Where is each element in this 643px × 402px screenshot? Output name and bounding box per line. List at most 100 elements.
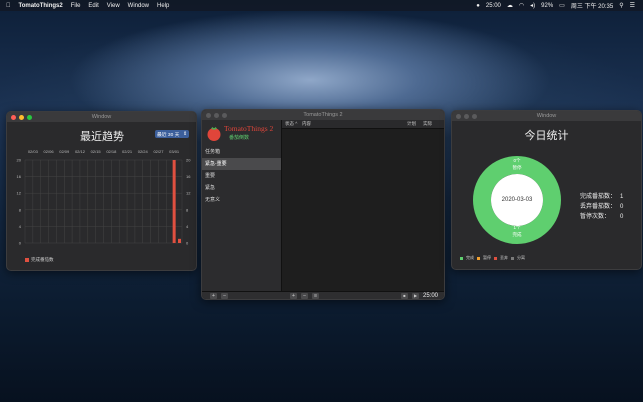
- tomato-logo-icon: [207, 127, 221, 141]
- clock[interactable]: 周三 下午 20:35: [571, 1, 613, 10]
- legend-label-done: 完成: [466, 255, 474, 260]
- y-tick-label: 20: [17, 158, 22, 163]
- remove-task-button[interactable]: −: [301, 293, 308, 299]
- app-subtitle: 番茄倒数: [229, 135, 250, 141]
- range-select[interactable]: 最近 30 天 ⇕: [155, 130, 189, 138]
- menu-bar:  TomatoThings2 File Edit View Window He…: [0, 0, 643, 11]
- donut-done-count: 1个: [513, 225, 521, 230]
- add-list-button[interactable]: +: [210, 293, 217, 299]
- cloud-icon[interactable]: ☁: [507, 2, 513, 9]
- stat-value: 0: [620, 204, 624, 210]
- add-task-button[interactable]: +: [290, 293, 297, 299]
- y-tick-label: 16: [17, 174, 22, 179]
- bottom-bar: + − + − ≡ ■ ▶ 25:00: [202, 291, 444, 299]
- sidebar-item-label: 任务箱: [205, 149, 221, 155]
- list-nav: 任务箱 紧急-重要 重要 紧急 无意义: [202, 146, 281, 206]
- stat-discarded: 丢弃番茄数： 0: [580, 204, 624, 210]
- stats-titlebar[interactable]: Window: [452, 111, 641, 121]
- battery-icon[interactable]: ▭: [559, 2, 565, 9]
- battery-percent: 92%: [541, 2, 554, 9]
- x-tick-label: 02/06: [44, 149, 55, 154]
- sidebar-item-meaningless[interactable]: 无意义: [202, 194, 281, 206]
- task-menu-button[interactable]: ≡: [312, 293, 319, 299]
- x-tick-label: 02/24: [138, 149, 149, 154]
- menu-view[interactable]: View: [107, 3, 120, 9]
- donut-paused-label: 暂停: [512, 165, 522, 170]
- remove-list-button[interactable]: −: [221, 293, 228, 299]
- sidebar-item-urgent[interactable]: 紧急: [202, 182, 281, 194]
- trend-titlebar[interactable]: Window: [7, 112, 196, 122]
- legend-swatch-pause: [477, 256, 480, 260]
- y-tick-label: 4: [19, 224, 22, 229]
- search-icon[interactable]: ⚲: [619, 2, 623, 9]
- legend-swatch-discard: [494, 256, 497, 260]
- legend-label-pause: 暂停: [483, 255, 491, 260]
- y-tick-label: 12: [186, 191, 191, 196]
- sidebar-item-label: 紧急-重要: [205, 161, 227, 167]
- menu-file[interactable]: File: [71, 3, 81, 9]
- y-tick-label: 20: [186, 158, 191, 163]
- x-tick-label: 02/15: [91, 149, 102, 154]
- legend-swatch-split: [511, 256, 514, 260]
- stat-value: 1: [620, 194, 624, 200]
- y-tick-label: 16: [186, 174, 191, 179]
- main-titlebar[interactable]: TomatoThings 2: [202, 110, 444, 120]
- stats-list: 完成番茄数： 1 丢弃番茄数： 0 暂停次数： 0: [580, 192, 624, 222]
- legend-swatch-done: [25, 258, 29, 262]
- tomato-status-icon[interactable]: ●: [476, 3, 480, 9]
- sidebar-item-label: 无意义: [205, 197, 221, 203]
- x-tick-label: 02/21: [122, 149, 133, 154]
- column-content[interactable]: 内容: [302, 121, 311, 127]
- window-title: Window: [91, 114, 112, 120]
- y-tick-label: 8: [186, 207, 189, 212]
- y-tick-label: 12: [17, 191, 22, 196]
- window-title: Window: [536, 113, 557, 119]
- y-tick-label: 0: [186, 241, 189, 246]
- stats-window: Window 今日统计 0个 暂停 2020-03-03 1个 完成 完成番茄数…: [451, 110, 642, 270]
- sidebar-item-urgent-important[interactable]: 紧急-重要: [202, 158, 281, 170]
- page-title: 最近趋势: [80, 131, 124, 143]
- x-tick-label: 02/09: [59, 149, 70, 154]
- column-plan[interactable]: 计划: [407, 121, 416, 127]
- timer-display: 25:00: [423, 293, 439, 299]
- x-tick-label: 02/18: [106, 149, 117, 154]
- legend-label: 完成番茄数: [31, 257, 54, 262]
- x-tick-label: 02/12: [75, 149, 86, 154]
- page-title: 今日统计: [524, 130, 569, 142]
- trend-chart: 02/03 02/06 02/09 02/12 02/15 02/18 02/21 02/24…: [17, 149, 192, 246]
- legend-swatch-done: [460, 256, 463, 260]
- x-tick-label: 03/01: [169, 149, 180, 154]
- notification-center-icon[interactable]: ☰: [630, 2, 635, 9]
- task-table: 状态 ^ 内容 计划 实际: [282, 120, 444, 291]
- app-menu[interactable]: TomatoThings2: [19, 3, 63, 9]
- legend-label-split: 分离: [517, 255, 525, 260]
- table-header: 状态 ^ 内容 计划 实际: [282, 120, 444, 129]
- y-tick-label: 4: [186, 224, 189, 229]
- x-tick-label: 02/03: [28, 149, 39, 154]
- sidebar-item-inbox[interactable]: 任务箱: [202, 146, 281, 158]
- stats-legend: 完成 暂停 丢弃 分离: [460, 255, 525, 261]
- sidebar-item-label: 紧急: [205, 185, 216, 191]
- volume-icon[interactable]: ◂): [530, 2, 535, 9]
- play-button[interactable]: ▶: [412, 293, 419, 299]
- column-status[interactable]: 状态 ^: [285, 121, 297, 127]
- app-logo-text: TomatoThings 2: [224, 124, 274, 133]
- stat-done: 完成番茄数： 1: [580, 194, 624, 200]
- menu-edit[interactable]: Edit: [88, 3, 98, 9]
- menu-window[interactable]: Window: [128, 3, 149, 9]
- donut-date: 2020-03-03: [501, 197, 533, 203]
- menu-help[interactable]: Help: [157, 3, 169, 9]
- bar: [178, 238, 181, 243]
- x-tick-label: 02/27: [153, 149, 164, 154]
- menubar-timer[interactable]: 25:00: [486, 3, 501, 9]
- wifi-icon[interactable]: ◠: [519, 2, 524, 9]
- stat-paused: 暂停次数： 0: [580, 214, 624, 220]
- sidebar-item-important[interactable]: 重要: [202, 170, 281, 182]
- trend-window: Window 最近趋势 最近 30 天 ⇕ 02/03 02/06 02/09 02/…: [6, 111, 197, 271]
- sidebar-item-label: 重要: [205, 173, 216, 179]
- column-actual[interactable]: 实际: [423, 121, 432, 127]
- donut-paused-count: 0个: [513, 158, 521, 163]
- stop-button[interactable]: ■: [401, 293, 408, 299]
- range-select-value: 最近 30 天: [157, 132, 180, 138]
- apple-icon[interactable]: : [6, 3, 11, 9]
